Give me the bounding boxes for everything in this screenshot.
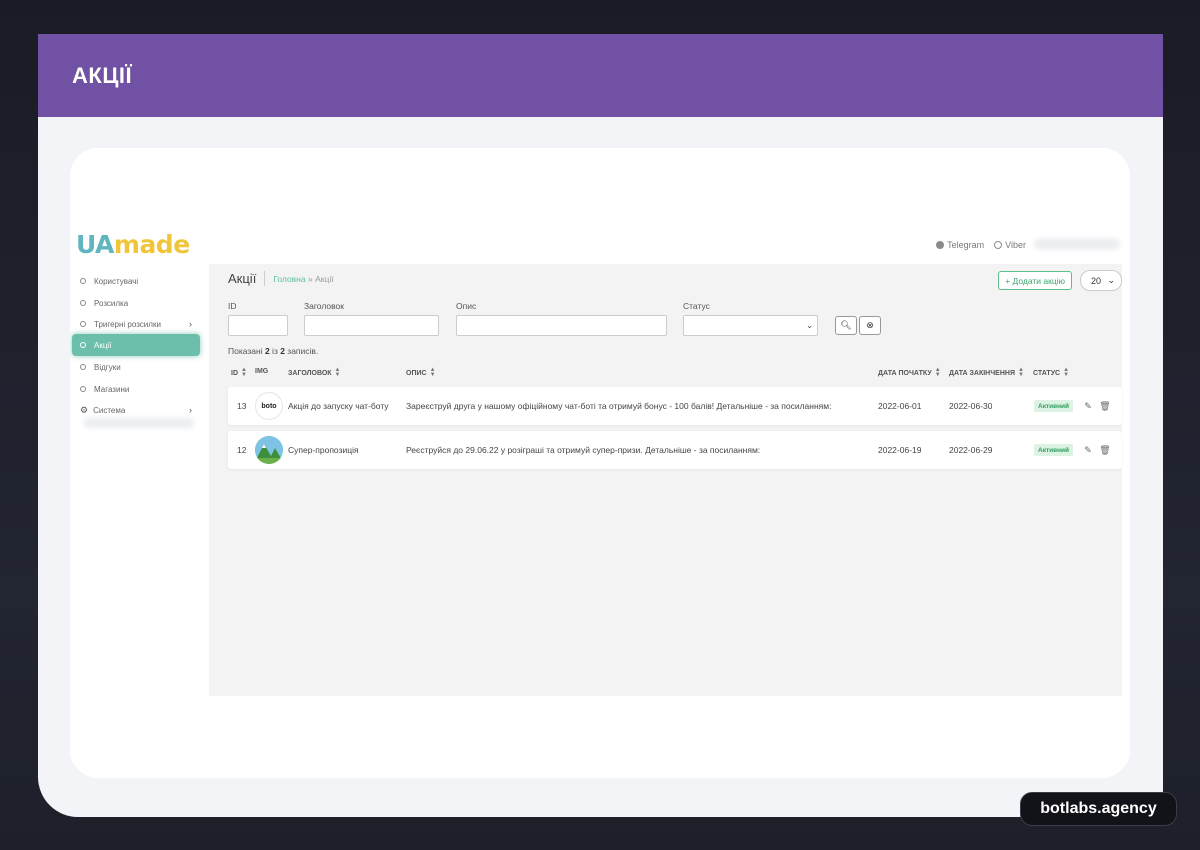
breadcrumb-home[interactable]: Головна xyxy=(273,274,305,284)
sidebar-item-promotions[interactable]: Акції xyxy=(72,334,200,356)
uamade-logo[interactable]: UAmade xyxy=(76,230,190,259)
gears-icon: ⚙ xyxy=(80,404,89,415)
sidebar-item-mailing[interactable]: Розсилка xyxy=(72,292,200,314)
sort-icon: ▲ ▼ xyxy=(334,367,341,378)
telegram-link[interactable]: Telegram xyxy=(936,240,984,250)
chevron-down-icon: ⌄ xyxy=(1107,275,1115,285)
sidebar-item-reviews[interactable]: Відгуки xyxy=(72,356,200,378)
header-id[interactable]: ID ▲ ▼ xyxy=(231,367,247,378)
filter-status-select[interactable]: ⌄ xyxy=(683,315,818,336)
chevron-down-icon: ⌄ xyxy=(806,321,813,330)
brand-badge[interactable]: botlabs.agency xyxy=(1020,792,1177,826)
status-badge: Активний xyxy=(1034,400,1074,412)
search-button[interactable]: 🔍︎ xyxy=(835,316,857,335)
user-menu-blurred[interactable] xyxy=(1034,238,1120,250)
row-title: Супер-пропозиція xyxy=(288,445,359,455)
viber-icon xyxy=(994,241,1003,249)
promotion-image: boto xyxy=(255,392,283,420)
filter-id-input[interactable] xyxy=(228,315,288,336)
sidebar-item-shops[interactable]: Магазини xyxy=(72,378,200,400)
screenshot-card: UAmade Telegram Viber Користувачі Розсил… xyxy=(70,148,1130,778)
filter-status-label: Статус xyxy=(683,301,710,311)
filter-desc-label: Опис xyxy=(456,301,477,311)
filter-title-label: Заголовок xyxy=(304,301,344,311)
add-promotion-button[interactable]: + Додати акцію xyxy=(998,271,1072,290)
banner-title: АКЦІЇ xyxy=(72,62,133,88)
sidebar-item-users[interactable]: Користувачі xyxy=(72,270,200,292)
sort-icon: ▲ ▼ xyxy=(1063,367,1070,378)
reset-filters-button[interactable]: ⊗ xyxy=(859,316,881,335)
row-end-date: 2022-06-29 xyxy=(949,445,993,455)
circle-icon xyxy=(80,342,86,348)
row-desc: Реєструйся до 29.06.22 у розіграші та от… xyxy=(406,445,761,455)
header-desc[interactable]: ОПИС ▲ ▼ xyxy=(406,367,436,378)
close-circle-icon: ⊗ xyxy=(866,320,874,330)
row-id: 12 xyxy=(237,445,247,455)
search-icon: 🔍︎ xyxy=(840,320,852,330)
filter-title-input[interactable] xyxy=(304,315,439,336)
sidebar: Користувачі Розсилка Тригерні розсилки ›… xyxy=(70,264,209,696)
circle-icon xyxy=(80,300,86,306)
main-content: Акції Головна » Акції + Додати акцію 20 … xyxy=(209,264,1122,696)
circle-icon xyxy=(80,364,86,370)
messenger-links: Telegram Viber xyxy=(936,240,1026,250)
circle-icon xyxy=(80,278,86,284)
header-img: IMG xyxy=(255,368,269,375)
filter-desc-input[interactable] xyxy=(456,315,667,336)
page-title: Акції xyxy=(228,271,266,286)
presentation-frame: АКЦІЇ UAmade Telegram Viber Користувачі … xyxy=(38,34,1163,817)
row-start-date: 2022-06-19 xyxy=(878,445,922,455)
table-row[interactable]: 13 boto Акція до запуску чат-боту Зареєс… xyxy=(228,387,1122,425)
circle-icon xyxy=(80,321,86,327)
chevron-right-icon: › xyxy=(189,319,192,329)
header-start-date[interactable]: ДАТА ПОЧАТКУ ▲ ▼ xyxy=(878,367,941,378)
circle-icon xyxy=(80,386,86,392)
table-row[interactable]: 12 Супер-пропозиція Реєструйся до 29.06.… xyxy=(228,431,1122,469)
header-end-date[interactable]: ДАТА ЗАКІНЧЕННЯ ▲ ▼ xyxy=(949,367,1024,378)
header-status[interactable]: СТАТУС ▲ ▼ xyxy=(1033,367,1070,378)
row-desc: Зареєструй друга у нашому офіційному чат… xyxy=(406,401,832,411)
row-id: 13 xyxy=(237,401,247,411)
row-end-date: 2022-06-30 xyxy=(949,401,993,411)
page-header: Акції Головна » Акції xyxy=(228,271,334,286)
row-title: Акція до запуску чат-боту xyxy=(288,401,389,411)
mountain-image-icon xyxy=(255,436,283,464)
edit-icon[interactable]: ✎ xyxy=(1083,444,1093,456)
sidebar-item-trigger-mailing[interactable]: Тригерні розсилки › xyxy=(72,313,200,335)
sidebar-item-blurred[interactable] xyxy=(84,418,194,428)
telegram-icon xyxy=(936,241,945,249)
filter-id-label: ID xyxy=(228,301,237,311)
sort-icon: ▲ ▼ xyxy=(934,367,941,378)
edit-icon[interactable]: ✎ xyxy=(1083,400,1093,412)
trash-icon[interactable]: 🗑︎ xyxy=(1099,444,1110,456)
section-banner: АКЦІЇ xyxy=(38,34,1163,117)
status-badge: Активний xyxy=(1034,444,1074,456)
top-bar: UAmade Telegram Viber xyxy=(70,228,1130,264)
sort-icon: ▲ ▼ xyxy=(429,367,436,378)
breadcrumb-current: Акції xyxy=(315,273,334,284)
sort-icon: ▲ ▼ xyxy=(1017,367,1024,378)
trash-icon[interactable]: 🗑︎ xyxy=(1099,400,1110,412)
per-page-select[interactable]: 20 ⌄ xyxy=(1080,270,1122,291)
sort-icon: ▲ ▼ xyxy=(241,367,247,378)
row-start-date: 2022-06-01 xyxy=(878,401,922,411)
breadcrumb: Головна » Акції xyxy=(273,273,334,284)
chevron-right-icon: › xyxy=(189,405,192,415)
admin-app: UAmade Telegram Viber Користувачі Розсил… xyxy=(70,228,1130,698)
viber-link[interactable]: Viber xyxy=(994,240,1026,250)
records-summary: Показані 2 із 2 записів. xyxy=(228,346,319,356)
header-title[interactable]: ЗАГОЛОВОК ▲ ▼ xyxy=(288,367,341,378)
